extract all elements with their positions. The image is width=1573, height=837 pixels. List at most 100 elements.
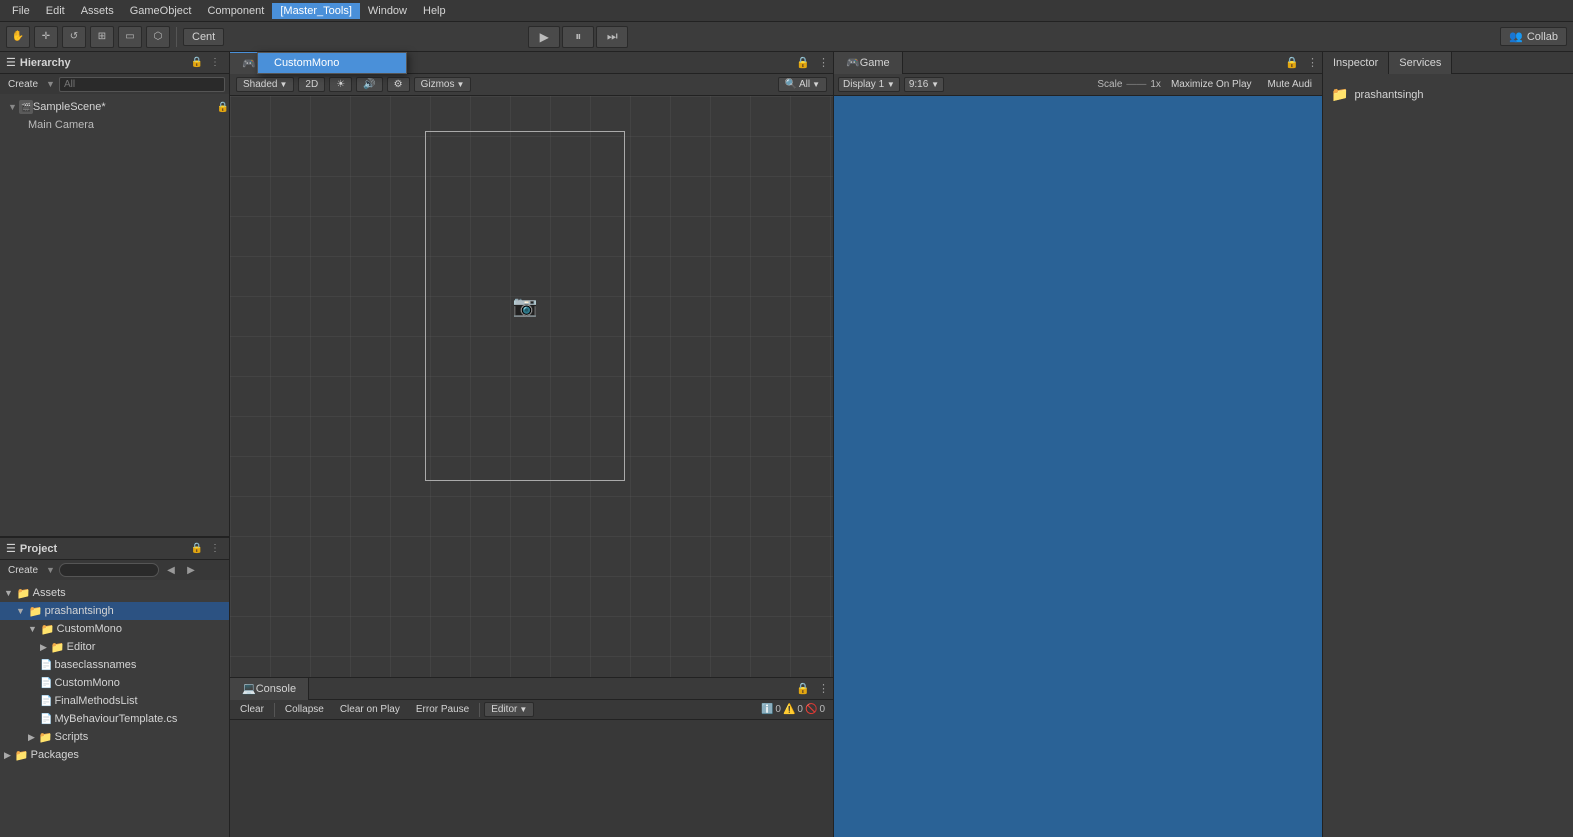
scene-lock-tab-btn[interactable]: 🔒 — [792, 56, 814, 69]
scene-tab-controls: 🔒 ⋮ — [792, 52, 833, 73]
collab-label: Collab — [1527, 31, 1558, 43]
console-counts: ℹ️ 0 ⚠️ 0 🚫 0 — [761, 704, 825, 715]
services-tab-label: Services — [1399, 57, 1441, 69]
camera-rect: 📷 — [425, 131, 625, 481]
warning-count-icon: ⚠️ — [783, 704, 795, 715]
step-button[interactable]: ⏭ — [596, 26, 628, 48]
scene-lock-icon[interactable]: 🔒 — [217, 102, 229, 113]
menu-window[interactable]: Window — [360, 3, 415, 19]
console-more-btn[interactable]: ⋮ — [814, 682, 833, 695]
tab-inspector[interactable]: Inspector — [1323, 52, 1389, 74]
display-select[interactable]: Display 1 ▼ — [838, 77, 900, 92]
scene-all-label: 🔍 — [785, 79, 797, 90]
menu-master-tools[interactable]: [Master_Tools] — [272, 3, 360, 19]
console-sep-1 — [274, 703, 275, 717]
game-lock-btn[interactable]: 🔒 — [1281, 56, 1303, 69]
project-nav-back[interactable]: ◀ — [163, 562, 179, 578]
right-panel: Inspector Services 📁 prashantsingh — [1323, 52, 1573, 837]
view-mode-btn[interactable]: Shaded ▼ — [236, 77, 294, 92]
project-more-btn[interactable]: ⋮ — [207, 541, 223, 557]
game-controls-right: Scale —— 1x Maximize On Play Mute Audi — [1097, 78, 1318, 91]
hierarchy-title: Hierarchy — [20, 57, 71, 69]
project-nav-forward[interactable]: ▶ — [183, 562, 199, 578]
pause-button[interactable]: ⏸ — [562, 26, 594, 48]
project-create-btn[interactable]: Create — [4, 565, 42, 576]
toolbar-btn-transform[interactable]: ⬡ — [146, 26, 170, 48]
mute-audio-btn[interactable]: Mute Audi — [1262, 78, 1318, 91]
view-2d-btn[interactable]: 2D — [298, 77, 325, 92]
scene-more-tab-btn[interactable]: ⋮ — [814, 56, 833, 69]
console-error-pause-btn[interactable]: Error Pause — [410, 703, 475, 716]
tab-services[interactable]: Services — [1389, 52, 1452, 74]
info-count: 0 — [775, 704, 781, 715]
hierarchy-lock-btn[interactable]: 🔒 — [189, 55, 205, 71]
menu-help[interactable]: Help — [415, 3, 454, 19]
hierarchy-more-btn[interactable]: ⋮ — [207, 55, 223, 71]
scene-icon: 🎬 — [19, 100, 33, 114]
hierarchy-search[interactable] — [59, 77, 225, 92]
menu-gameobject[interactable]: GameObject — [122, 3, 200, 19]
project-editor-item[interactable]: ▶ 📁 Editor — [0, 638, 229, 656]
menu-assets[interactable]: Assets — [73, 3, 122, 19]
menu-edit[interactable]: Edit — [38, 3, 73, 19]
center-display[interactable]: Cent — [183, 28, 224, 46]
project-lock-btn[interactable]: 🔒 — [189, 541, 205, 557]
hierarchy-scene-item[interactable]: ▼ 🎬 SampleScene* 🔒 — [0, 98, 229, 116]
scripts-label: Scripts — [55, 731, 89, 743]
project-scripts-item[interactable]: ▶ 📁 Scripts — [0, 728, 229, 746]
scene-all-text: All — [799, 79, 810, 90]
scene-vfx-btn[interactable]: ⚙ — [387, 77, 410, 92]
toolbar-btn-rect[interactable]: ▭ — [118, 26, 142, 48]
console-collapse-btn[interactable]: Collapse — [279, 703, 330, 716]
toolbar-btn-hand[interactable]: ✋ — [6, 26, 30, 48]
play-button[interactable]: ▶ — [528, 26, 560, 48]
collab-button[interactable]: 👥 Collab — [1500, 27, 1567, 46]
project-controls: 🔒 ⋮ — [189, 541, 223, 557]
project-assets-item[interactable]: ▼ 📁 Assets — [0, 584, 229, 602]
game-viewport — [834, 96, 1322, 837]
scene-audio-btn[interactable]: 🔊 — [356, 77, 382, 92]
project-custommono-file-item[interactable]: 📄 CustomMono — [0, 674, 229, 692]
tab-game[interactable]: 🎮 Game — [834, 52, 903, 74]
menu-file[interactable]: File — [4, 3, 38, 19]
toolbar-btn-move[interactable]: ✛ — [34, 26, 58, 48]
hierarchy-create-btn[interactable]: Create — [4, 79, 42, 90]
game-tab-icon: 🎮 — [846, 56, 860, 69]
baseclassnames-file-icon: 📄 — [40, 660, 52, 671]
aspect-select[interactable]: 9:16 ▼ — [904, 77, 944, 92]
console-editor-btn[interactable]: Editor ▼ — [484, 702, 534, 717]
menu-component[interactable]: Component — [199, 3, 272, 19]
project-packages-item[interactable]: ▶ 📁 Packages — [0, 746, 229, 764]
console-tab-label: Console — [256, 683, 296, 695]
project-custommono-folder-item[interactable]: ▼ 📁 CustomMono — [0, 620, 229, 638]
scene-search-btn[interactable]: 🔍 All ▼ — [778, 77, 828, 92]
error-count: 0 — [819, 704, 825, 715]
prashantsingh-label: prashantsingh — [45, 605, 114, 617]
hierarchy-create-arrow: ▼ — [46, 79, 55, 89]
game-more-btn[interactable]: ⋮ — [1303, 56, 1322, 69]
scene-name: SampleScene* — [33, 101, 106, 113]
project-finalmethodslist-item[interactable]: 📄 FinalMethodsList — [0, 692, 229, 710]
user-name: prashantsingh — [1354, 89, 1423, 101]
inspector-tab-label: Inspector — [1333, 57, 1378, 69]
left-panel: ☰ Hierarchy 🔒 ⋮ Create ▼ ▼ 🎬 SampleScene… — [0, 52, 230, 837]
tab-console[interactable]: 💻 Console — [230, 678, 309, 700]
dropdown-menu: CustomMono — [257, 52, 407, 74]
gizmos-btn[interactable]: Gizmos ▼ — [414, 77, 472, 92]
dropdown-item-custommono[interactable]: CustomMono — [258, 53, 406, 73]
toolbar-btn-rotate[interactable]: ↺ — [62, 26, 86, 48]
project-prashantsingh-item[interactable]: ▼ 📁 prashantsingh — [0, 602, 229, 620]
maximize-on-play-btn[interactable]: Maximize On Play — [1165, 78, 1258, 91]
console-lock-btn[interactable]: 🔒 — [792, 682, 814, 695]
scene-light-btn[interactable]: ☀ — [329, 77, 352, 92]
toolbar-btn-scale[interactable]: ⊞ — [90, 26, 114, 48]
console-clear-btn[interactable]: Clear — [234, 703, 270, 716]
hierarchy-camera-item[interactable]: Main Camera — [0, 116, 229, 134]
console-sep-2 — [479, 703, 480, 717]
project-baseclassnames-item[interactable]: 📄 baseclassnames — [0, 656, 229, 674]
console-clear-on-play-btn[interactable]: Clear on Play — [334, 703, 406, 716]
project-search[interactable] — [59, 563, 159, 577]
error-count-icon: 🚫 — [805, 704, 817, 715]
scene-viewport[interactable]: 📷 — [230, 96, 833, 677]
project-mybehaviourtemplate-item[interactable]: 📄 MyBehaviourTemplate.cs — [0, 710, 229, 728]
